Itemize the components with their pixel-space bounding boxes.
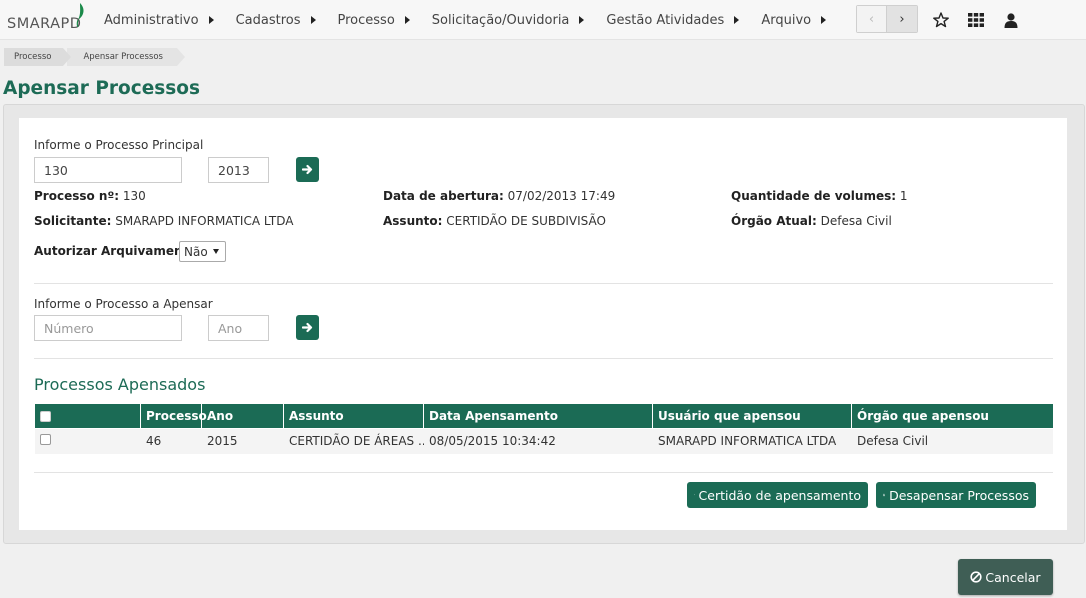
cell-usuario: SMARAPD INFORMATICA LTDA [658, 434, 837, 448]
apensar-label: Informe o Processo a Apensar [34, 297, 213, 311]
print-icon [694, 494, 695, 496]
column-header-orgao[interactable]: Órgão que apensou [852, 404, 1053, 428]
select-all-cell [35, 404, 141, 428]
info-value: CERTIDÃO DE SUBDIVISÃO [446, 214, 606, 228]
cell-ano: 2015 [207, 434, 238, 448]
row-checkbox[interactable] [40, 434, 51, 445]
caret-down-icon [213, 249, 219, 254]
orgao-atual-info: Órgão Atual: Defesa Civil [731, 214, 892, 228]
column-header-ano[interactable]: Ano [202, 404, 284, 428]
breadcrumb-item-apensar[interactable]: Apensar Processos [67, 48, 185, 66]
breadcrumb: Processo Apensar Processos [4, 48, 185, 66]
main-menu: Administrativo Cadastros Processo Solici… [104, 0, 848, 40]
chevron-right-icon[interactable]: › [887, 6, 917, 32]
caret-right-icon [404, 16, 410, 24]
menu-label: Administrativo [104, 12, 199, 28]
autorizar-arquivamento-select[interactable]: Não [179, 241, 226, 262]
caret-right-icon [821, 16, 827, 24]
info-value: 07/02/2013 17:49 [507, 189, 616, 203]
star-icon[interactable] [932, 11, 950, 29]
grid-icon[interactable] [967, 11, 985, 29]
apensados-section-title: Processos Apensados [34, 375, 206, 394]
certidao-apensamento-button[interactable]: Certidão de apensamento [687, 482, 868, 508]
column-header-processo[interactable]: Processo [141, 404, 207, 428]
menu-label: Gestão Atividades [606, 12, 725, 28]
column-header-assunto[interactable]: Assunto [284, 404, 424, 428]
apensados-table-header: Processo Ano Assunto Data Apensamento Us… [35, 404, 1053, 428]
info-label: Quantidade de volumes: [731, 189, 897, 203]
info-value: 130 [122, 189, 146, 203]
caret-right-icon [734, 16, 740, 24]
principal-go-button[interactable] [296, 157, 319, 182]
menu-processo[interactable]: Processo [338, 0, 410, 40]
save-icon [883, 493, 886, 497]
cell-processo: 46 [146, 434, 162, 448]
column-header-usuario[interactable]: Usuário que apensou [653, 404, 852, 428]
info-label: Data de abertura: [383, 189, 504, 203]
menu-label: Solicitação/Ouvidoria [431, 12, 570, 28]
button-label: Cancelar [985, 569, 1041, 585]
cell-assunto: CERTIDÃO DE ÁREAS ... [289, 434, 424, 448]
table-row[interactable]: 46 2015 CERTIDÃO DE ÁREAS ... 08/05/2015… [35, 429, 1053, 454]
cell-data-apensamento: 08/05/2015 10:34:42 [429, 434, 556, 448]
info-value: Defesa Civil [820, 214, 892, 228]
menu-cadastros[interactable]: Cadastros [236, 0, 316, 40]
ban-icon [970, 571, 983, 583]
cell-orgao: Defesa Civil [857, 434, 929, 448]
menu-solicitacao-ouvidoria[interactable]: Solicitação/Ouvidoria [432, 0, 585, 40]
apensar-numero-input[interactable]: Número [34, 315, 182, 341]
principal-ano-input[interactable]: 2013 [208, 157, 269, 183]
menu-pager: ‹ › [856, 5, 918, 33]
info-label: Órgão Atual: [731, 214, 817, 228]
caret-right-icon [579, 16, 585, 24]
column-header-data-apensamento[interactable]: Data Apensamento [424, 404, 653, 428]
info-label: Processo nº: [34, 189, 120, 203]
select-value: Não [184, 244, 208, 259]
principal-numero-input[interactable]: 130 [34, 157, 182, 183]
desapensar-processos-button[interactable]: Desapensar Processos [876, 482, 1036, 508]
user-icon[interactable] [1002, 11, 1020, 29]
button-label: Desapensar Processos [889, 487, 1029, 503]
arrow-right-icon [302, 164, 313, 175]
info-label: Solicitante: [34, 214, 112, 228]
menu-gestao-atividades[interactable]: Gestão Atividades [606, 0, 740, 40]
breadcrumb-item-processo[interactable]: Processo [4, 48, 72, 66]
chevron-left-icon[interactable]: ‹ [857, 6, 887, 32]
button-label: Certidão de apensamento [698, 487, 861, 503]
caret-right-icon [208, 16, 214, 24]
arrow-right-icon [302, 322, 313, 333]
autorizar-arquivamento-label: Autorizar Arquivamento: [34, 244, 201, 258]
caret-right-icon [310, 16, 316, 24]
divider [34, 358, 1053, 359]
divider [34, 472, 1053, 473]
menu-arquivo[interactable]: Arquivo [761, 0, 827, 40]
assunto-info: Assunto: CERTIDÃO DE SUBDIVISÃO [383, 214, 606, 228]
menu-label: Processo [337, 12, 395, 28]
info-value: 1 [899, 189, 908, 203]
top-navbar: SMARAPD Administrativo Cadastros Process… [0, 0, 1086, 40]
menu-administrativo[interactable]: Administrativo [104, 0, 214, 40]
menu-label: Arquivo [761, 12, 812, 28]
menu-label: Cadastros [235, 12, 301, 28]
data-abertura-info: Data de abertura: 07/02/2013 17:49 [383, 189, 615, 203]
processo-numero-info: Processo nº: 130 [34, 189, 146, 203]
quantidade-volumes-info: Quantidade de volumes: 1 [731, 189, 908, 203]
apensar-ano-input[interactable]: Ano [208, 315, 269, 341]
divider [34, 283, 1053, 284]
info-label: Assunto: [383, 214, 443, 228]
apensar-go-button[interactable] [296, 315, 319, 340]
select-all-checkbox[interactable] [40, 411, 51, 422]
info-label: Autorizar Arquivamento: [34, 244, 202, 258]
leaf-icon [76, 3, 84, 27]
app-logo[interactable]: SMARAPD [5, 3, 91, 37]
page-title: Apensar Processos [3, 78, 200, 99]
principal-label: Informe o Processo Principal [34, 138, 204, 152]
cancel-button[interactable]: Cancelar [958, 559, 1053, 595]
info-value: SMARAPD INFORMATICA LTDA [115, 214, 294, 228]
logo-text: SMARAPD [7, 16, 82, 32]
solicitante-info: Solicitante: SMARAPD INFORMATICA LTDA [34, 214, 293, 228]
